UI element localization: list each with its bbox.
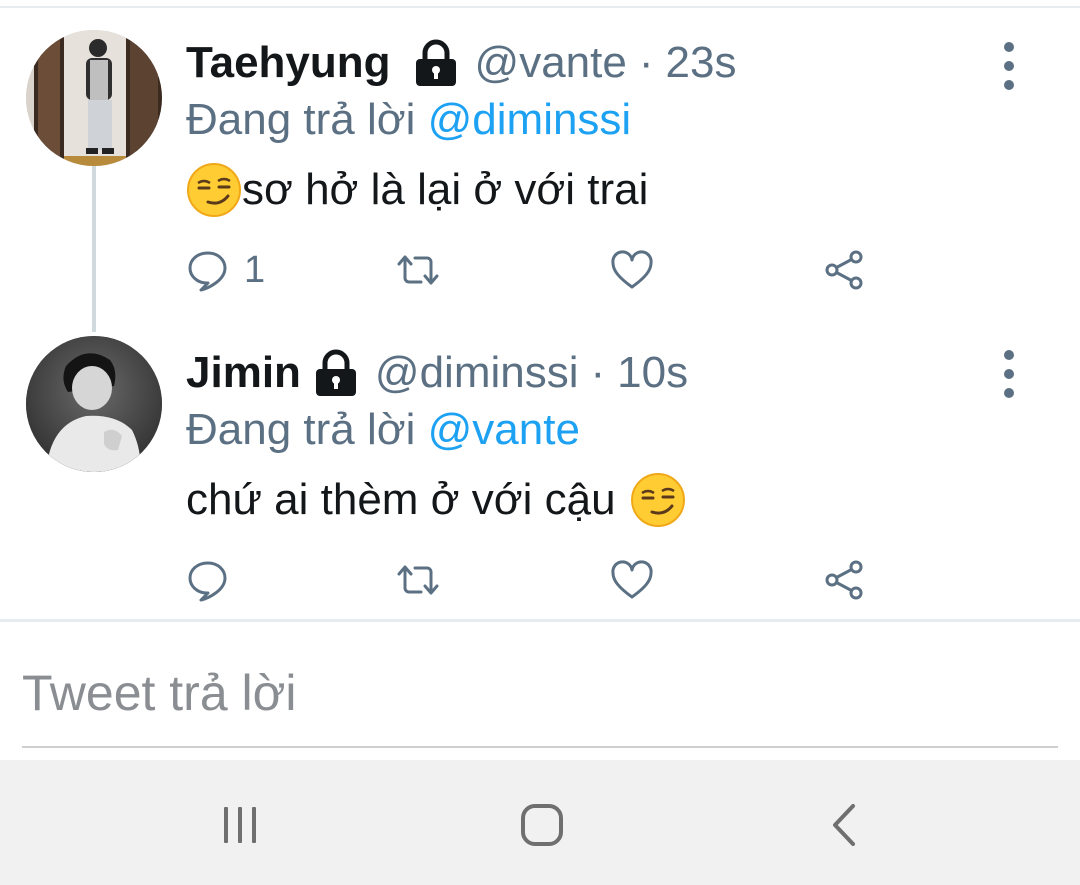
avatar[interactable] — [26, 336, 162, 472]
like-button[interactable] — [610, 552, 654, 608]
display-name[interactable]: Jimin — [186, 351, 301, 395]
tweet-text-content: chứ ai thèm ở với cậu — [186, 475, 616, 524]
system-navbar — [0, 760, 1080, 885]
home-icon — [521, 804, 563, 846]
mention-link[interactable]: @vante — [428, 405, 580, 454]
retweet-button[interactable] — [396, 242, 440, 298]
tweet[interactable]: Jimin @diminssi · 10s Đang trả lời @vant… — [0, 330, 1080, 620]
smirking-face-icon — [630, 472, 686, 528]
share-icon — [825, 250, 863, 290]
tweet-text: chứ ai thèm ở với cậu — [186, 468, 1020, 532]
retweet-icon — [397, 565, 439, 595]
tweet-text-content: sơ hở là lại ở với trai — [242, 165, 649, 214]
like-button[interactable] — [610, 242, 654, 298]
avatar[interactable] — [26, 30, 162, 166]
mention-link[interactable]: @diminssi — [428, 95, 632, 144]
lock-icon — [313, 349, 359, 397]
reply-button[interactable] — [186, 552, 244, 608]
share-button[interactable] — [822, 242, 866, 298]
share-icon — [825, 560, 863, 600]
recents-button[interactable] — [195, 790, 285, 860]
handle[interactable]: @diminssi — [375, 351, 579, 395]
retweet-icon — [397, 255, 439, 285]
retweet-button[interactable] — [396, 552, 440, 608]
compose-divider — [0, 619, 1080, 622]
tweet[interactable]: Taehyung @vante · 23s Đang trả lời @dimi… — [0, 20, 1080, 332]
back-button[interactable] — [800, 790, 890, 860]
reply-count: 1 — [244, 248, 266, 291]
separator: · — [638, 38, 654, 87]
reply-icon — [188, 561, 227, 602]
top-divider — [0, 6, 1080, 8]
replying-prefix: Đang trả lời — [186, 95, 416, 144]
reply-input[interactable] — [22, 640, 1058, 746]
display-name[interactable]: Taehyung — [186, 41, 391, 85]
smirking-face-icon — [186, 162, 242, 218]
reply-composer — [22, 640, 1058, 748]
timestamp[interactable]: 23s — [666, 41, 737, 85]
timestamp[interactable]: 10s — [617, 351, 688, 395]
tweet-text: sơ hở là lại ở với trai — [186, 158, 1020, 222]
tweet-actions — [186, 552, 906, 608]
more-options-icon[interactable] — [996, 42, 1022, 90]
replying-to: Đang trả lời @diminssi — [186, 92, 1020, 148]
lock-icon — [413, 39, 459, 87]
tweet-actions: 1 — [186, 242, 906, 298]
recents-icon — [224, 807, 256, 843]
thread-line — [92, 166, 96, 332]
replying-to: Đang trả lời @vante — [186, 402, 1020, 458]
separator: · — [590, 348, 606, 397]
more-options-icon[interactable] — [996, 350, 1022, 398]
reply-button[interactable]: 1 — [186, 242, 265, 298]
reply-icon — [188, 251, 227, 292]
heart-icon — [611, 250, 653, 289]
home-button[interactable] — [497, 790, 587, 860]
share-button[interactable] — [822, 552, 866, 608]
heart-icon — [611, 560, 653, 599]
handle[interactable]: @vante — [475, 41, 627, 85]
back-icon — [833, 804, 855, 846]
replying-prefix: Đang trả lời — [186, 405, 416, 454]
